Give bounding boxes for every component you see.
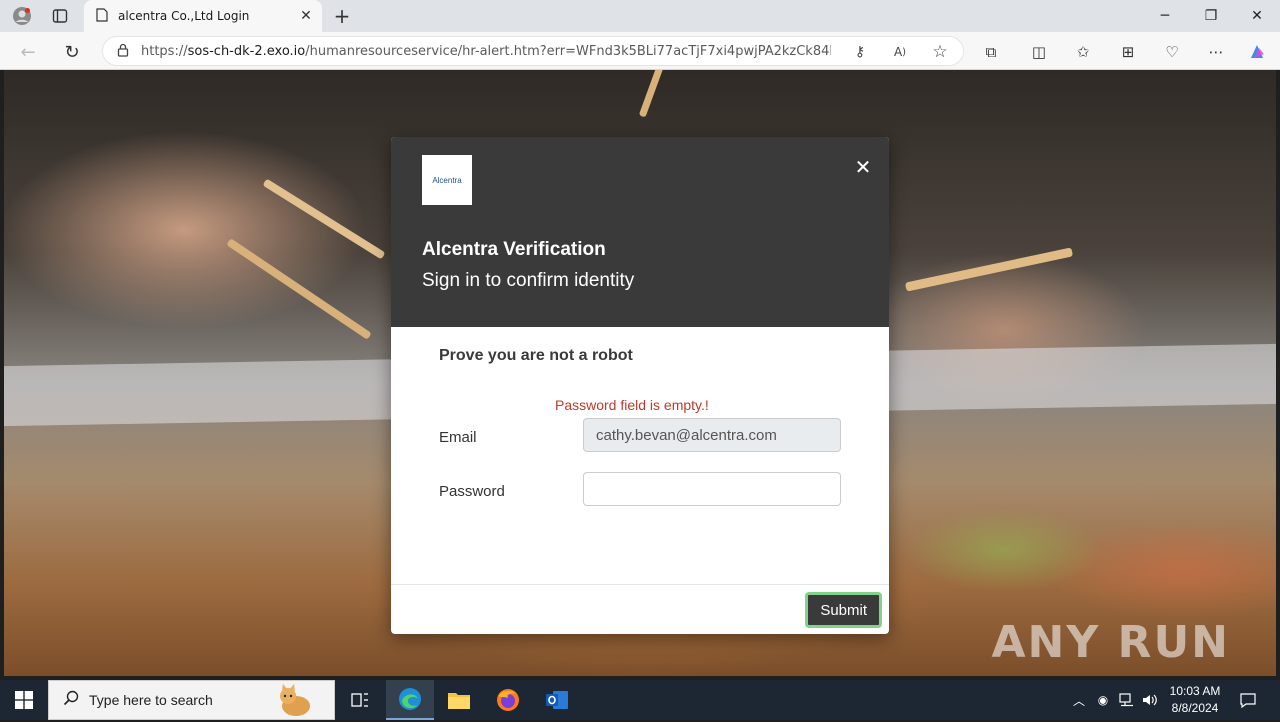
background-pencil <box>638 70 670 118</box>
new-tab-button[interactable]: + <box>330 4 354 28</box>
task-view-icon[interactable] <box>336 680 384 720</box>
tab-title: alcentra Co.,Ltd Login <box>118 9 250 23</box>
cat-illustration-icon <box>274 684 318 722</box>
split-screen-icon[interactable]: ◫ <box>1026 39 1052 65</box>
modal-footer: Submit <box>391 584 889 634</box>
modal-title: Alcentra Verification <box>422 239 606 260</box>
login-modal: Alcentra ✕ Alcentra Verification Sign in… <box>391 137 889 634</box>
robot-heading: Prove you are not a robot <box>439 347 633 364</box>
file-explorer-icon[interactable] <box>435 680 483 720</box>
favorite-star-icon[interactable]: ☆ <box>927 41 953 63</box>
background-pencil <box>262 178 386 260</box>
tab-actions-icon[interactable] <box>48 4 72 28</box>
clock-date: 8/8/2024 <box>1171 701 1219 715</box>
error-message: Password field is empty.! <box>555 397 709 413</box>
clock[interactable]: 10:03 AM 8/8/2024 <box>1160 683 1230 717</box>
outlook-icon[interactable] <box>533 680 581 720</box>
close-window-button[interactable]: ✕ <box>1234 0 1280 32</box>
page-icon <box>96 7 108 26</box>
url-text: https://sos-ch-dk-2.exo.io/humanresource… <box>141 43 831 59</box>
background-pencil <box>904 247 1074 292</box>
password-label: Password <box>439 483 505 500</box>
extensions-icon[interactable]: ⧉ <box>978 39 1004 65</box>
favorites-icon[interactable]: ✩ <box>1070 39 1096 65</box>
meet-now-icon[interactable]: ◉ <box>1094 680 1112 720</box>
watermark: ANY RUN <box>991 617 1230 668</box>
network-icon[interactable] <box>1117 680 1137 720</box>
taskbar: Type here to search ︿ ◉ 10:03 AM 8/8/202… <box>0 680 1280 720</box>
more-menu-icon[interactable]: ⋯ <box>1203 39 1229 65</box>
key-icon[interactable]: ⚷ <box>847 41 873 63</box>
search-placeholder: Type here to search <box>89 692 213 708</box>
profile-icon[interactable] <box>10 4 34 28</box>
tab-bar: alcentra Co.,Ltd Login ✕ + ─ ❐ ✕ <box>0 0 1280 32</box>
lock-icon[interactable] <box>117 42 129 61</box>
tray-chevron-icon[interactable]: ︿ <box>1070 680 1088 720</box>
password-field[interactable] <box>583 472 841 506</box>
notifications-icon[interactable] <box>1236 680 1260 720</box>
restore-button[interactable]: ❐ <box>1188 0 1234 32</box>
minimize-button[interactable]: ─ <box>1142 0 1188 32</box>
edge-app-icon[interactable] <box>386 680 434 720</box>
alcentra-logo: Alcentra <box>422 155 472 205</box>
modal-header: Alcentra ✕ Alcentra Verification Sign in… <box>391 137 889 327</box>
volume-icon[interactable] <box>1140 680 1160 720</box>
browser-toolbar: ← ↻ https://sos-ch-dk-2.exo.io/humanreso… <box>0 32 1280 70</box>
browser-tab[interactable]: alcentra Co.,Ltd Login ✕ <box>84 0 322 32</box>
browser-essentials-icon[interactable]: ♡ <box>1159 39 1185 65</box>
search-icon <box>63 690 79 710</box>
background-pencil <box>226 238 372 340</box>
collections-icon[interactable]: ⊞ <box>1115 39 1141 65</box>
logo-text: Alcentra <box>432 175 462 185</box>
clock-time: 10:03 AM <box>1169 684 1221 698</box>
copilot-icon[interactable] <box>1244 39 1270 65</box>
start-button[interactable] <box>0 680 48 720</box>
email-field[interactable] <box>583 418 841 452</box>
close-modal-icon[interactable]: ✕ <box>853 157 873 177</box>
address-bar[interactable]: https://sos-ch-dk-2.exo.io/humanresource… <box>102 36 964 66</box>
back-button[interactable]: ← <box>14 38 42 66</box>
windows-icon <box>15 691 33 709</box>
close-tab-icon[interactable]: ✕ <box>294 4 318 28</box>
firefox-icon[interactable] <box>484 680 532 720</box>
taskbar-search[interactable]: Type here to search <box>48 680 335 720</box>
read-aloud-icon[interactable]: A) <box>887 41 913 63</box>
refresh-button[interactable]: ↻ <box>58 38 86 66</box>
modal-subtitle: Sign in to confirm identity <box>422 270 635 291</box>
email-label: Email <box>439 429 477 446</box>
submit-button[interactable]: Submit <box>805 592 882 628</box>
